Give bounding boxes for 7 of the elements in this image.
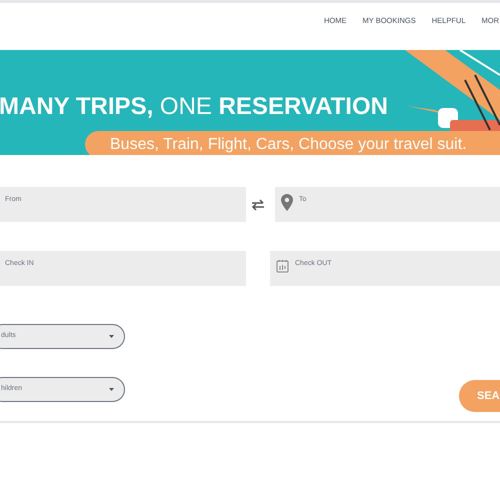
banner-heading: MANY TRIPS, ONE RESERVATION [0, 92, 388, 122]
banner-tagline: Buses, Train, Flight, Cars, Choose your travel suit. [85, 131, 500, 155]
caret-icon [109, 388, 114, 391]
location-pin-icon [281, 194, 293, 211]
swap-icon[interactable] [251, 198, 265, 210]
caret-icon [109, 335, 114, 338]
calendar-icon [276, 259, 289, 273]
